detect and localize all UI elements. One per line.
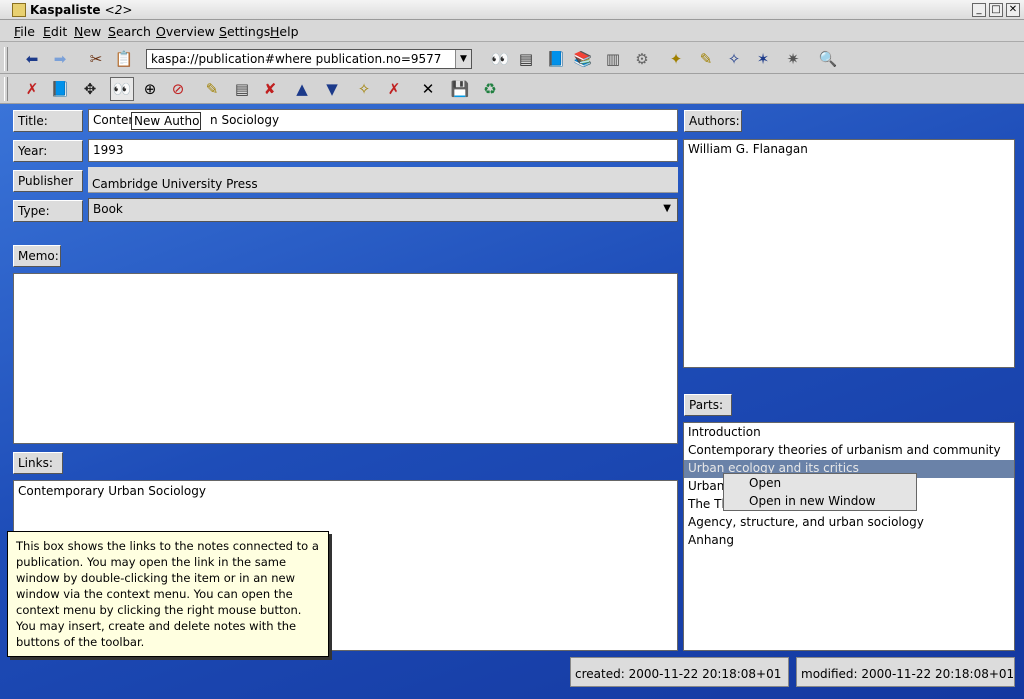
forward-arrow-icon[interactable]: ➡: [48, 47, 72, 71]
view-notes-icon[interactable]: ▤: [514, 47, 538, 71]
new-author-icon[interactable]: 👀: [110, 77, 134, 101]
menubar: File Edit New Search Overview Settings H…: [0, 20, 1024, 42]
publisher-value: Cambridge University Press: [88, 167, 678, 193]
reload-icon[interactable]: ♻: [478, 77, 502, 101]
app-icon: [12, 3, 26, 17]
new-part-icon[interactable]: ✎: [200, 77, 224, 101]
year-label[interactable]: Year:: [13, 140, 83, 162]
insert-part-icon[interactable]: ▤: [230, 77, 254, 101]
new-journal-icon[interactable]: ✷: [781, 47, 805, 71]
edit-toolbar: ✗ 📘 ✥ 👀 ⊕ ⊘ ✎ ▤ ✘ ▲ ▼ ✧ ✗ ✕ 💾 ♻: [0, 74, 1024, 104]
modified-timestamp: modified: 2000-11-22 20:18:08+01: [796, 657, 1015, 687]
context-open[interactable]: Open: [749, 476, 781, 490]
toolbar-handle[interactable]: [4, 47, 8, 71]
view-settings-icon[interactable]: ⚙: [630, 47, 654, 71]
paste-icon[interactable]: 📋: [112, 47, 136, 71]
menu-new[interactable]: New: [74, 24, 101, 39]
type-select[interactable]: Book ▼: [88, 198, 678, 222]
url-combobox[interactable]: kaspa://publication#where publication.no…: [146, 49, 472, 69]
new-publication-icon[interactable]: ✧: [722, 47, 746, 71]
link-icon[interactable]: ✥: [78, 77, 102, 101]
minimize-button[interactable]: _: [972, 3, 986, 17]
url-input[interactable]: kaspa://publication#where publication.no…: [151, 52, 441, 66]
view-persons-icon[interactable]: 👀: [488, 47, 512, 71]
delete-author-icon[interactable]: ⊘: [166, 77, 190, 101]
view-publications-icon[interactable]: 📘: [544, 47, 568, 71]
type-label[interactable]: Type:: [13, 200, 83, 222]
authors-label[interactable]: Authors:: [684, 110, 742, 132]
view-authors-publications-icon[interactable]: 📚: [571, 47, 595, 71]
new-person-icon[interactable]: ✦: [664, 47, 688, 71]
toolbar-handle[interactable]: [4, 77, 8, 101]
back-arrow-icon[interactable]: ⬅: [20, 47, 44, 71]
list-item[interactable]: Anhang: [684, 532, 1014, 550]
window-title: Kaspaliste <2>: [30, 3, 133, 17]
new-author-publication-icon[interactable]: ✶: [751, 47, 775, 71]
parts-label[interactable]: Parts:: [684, 394, 732, 416]
remove-publication-icon[interactable]: ✗: [20, 77, 44, 101]
context-open-new-window[interactable]: Open in new Window: [749, 494, 876, 508]
memo-label[interactable]: Memo:: [13, 245, 61, 267]
down-author-icon[interactable]: ▼: [320, 77, 344, 101]
links-help-tooltip: This box shows the links to the notes co…: [7, 531, 329, 657]
window-titlebar[interactable]: Kaspaliste <2> _ □ ✕: [0, 0, 1024, 20]
publisher-button[interactable]: Publisher: [13, 170, 83, 192]
memo-textarea[interactable]: [13, 273, 678, 444]
delete-icon[interactable]: ✕: [416, 77, 440, 101]
new-note-icon[interactable]: ✎: [694, 47, 718, 71]
view-journals-icon[interactable]: ▥: [601, 47, 625, 71]
type-value: Book: [93, 202, 123, 216]
menu-help[interactable]: Help: [270, 24, 299, 39]
chevron-down-icon[interactable]: ▼: [663, 203, 671, 214]
delete-link-icon[interactable]: ✗: [382, 77, 406, 101]
cut-icon[interactable]: ✂: [84, 47, 108, 71]
list-item[interactable]: Agency, structure, and urban sociology: [684, 514, 1014, 532]
title-label[interactable]: Title:: [13, 110, 83, 132]
authors-list[interactable]: William G. Flanagan: [683, 139, 1015, 368]
maximize-button[interactable]: □: [989, 3, 1003, 17]
list-item[interactable]: Introduction: [684, 424, 1014, 442]
menu-search[interactable]: Search: [108, 24, 151, 39]
menu-edit[interactable]: Edit: [43, 24, 67, 39]
close-button[interactable]: ✕: [1006, 3, 1020, 17]
new-authors-tooltip: New Authors: [131, 112, 201, 130]
list-item[interactable]: Contemporary theories of urbanism and co…: [684, 442, 1014, 460]
up-author-icon[interactable]: ▲: [290, 77, 314, 101]
menu-file[interactable]: File: [14, 24, 35, 39]
list-item[interactable]: William G. Flanagan: [684, 141, 1014, 159]
new-link-icon[interactable]: ✧: [352, 77, 376, 101]
menu-overview[interactable]: Overview: [156, 24, 215, 39]
year-input[interactable]: 1993: [88, 139, 678, 162]
delete-part-icon[interactable]: ✘: [258, 77, 282, 101]
window-title-suffix: <2>: [104, 3, 133, 17]
save-icon[interactable]: 💾: [448, 77, 472, 101]
search-icon[interactable]: 🔍: [816, 47, 840, 71]
created-timestamp: created: 2000-11-22 20:18:08+01: [570, 657, 789, 687]
list-item[interactable]: Contemporary Urban Sociology: [14, 483, 677, 501]
parts-list[interactable]: Introduction Contemporary theories of ur…: [683, 422, 1015, 651]
links-label[interactable]: Links:: [13, 452, 63, 474]
menu-settings[interactable]: Settings: [219, 24, 270, 39]
context-menu: Open Open in new Window: [723, 473, 917, 511]
chevron-down-icon[interactable]: ▼: [455, 50, 471, 68]
insert-author-icon[interactable]: ⊕: [138, 77, 162, 101]
add-publication-icon[interactable]: 📘: [48, 77, 72, 101]
